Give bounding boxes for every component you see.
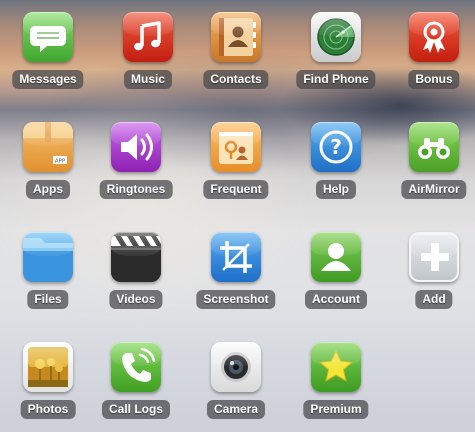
- app-label: Apps: [26, 180, 70, 199]
- app-label: Find Phone: [296, 70, 376, 89]
- app-label: AirMirror: [401, 180, 467, 199]
- app-label: Files: [27, 290, 69, 309]
- app-box-icon: APP: [23, 122, 73, 172]
- photo-icon: [23, 342, 73, 392]
- app-label: Add: [415, 290, 453, 309]
- app-ringtones[interactable]: Ringtones: [88, 110, 184, 210]
- music-icon: [123, 12, 173, 62]
- account-icon: [311, 232, 361, 282]
- app-frequent[interactable]: Frequent: [188, 110, 284, 210]
- app-add[interactable]: Add: [386, 220, 475, 320]
- contacts-icon: [211, 12, 261, 62]
- radar-icon: [311, 12, 361, 62]
- app-label: Help: [315, 180, 357, 199]
- messages-icon: [23, 12, 73, 62]
- frequent-folder-icon: [211, 122, 261, 172]
- app-label: Messages: [12, 70, 84, 89]
- app-label: Contacts: [203, 70, 269, 89]
- app-label: Call Logs: [101, 400, 171, 419]
- clapperboard-icon: [111, 232, 161, 282]
- app-label: Account: [305, 290, 367, 309]
- star-icon: [311, 342, 361, 392]
- phone-icon: [111, 342, 161, 392]
- app-music[interactable]: Music: [100, 0, 196, 100]
- app-contacts[interactable]: Contacts: [188, 0, 284, 100]
- app-grid: Messages Music Contacts Find Phone Bonus…: [0, 0, 475, 432]
- app-find-phone[interactable]: Find Phone: [288, 0, 384, 100]
- app-label: Videos: [109, 290, 163, 309]
- plus-icon: [409, 232, 459, 282]
- app-screenshot[interactable]: Screenshot: [188, 220, 284, 320]
- app-bonus[interactable]: Bonus: [386, 0, 475, 100]
- app-photos[interactable]: Photos: [0, 330, 96, 430]
- app-videos[interactable]: Videos: [88, 220, 184, 320]
- svg-text:APP: APP: [55, 159, 66, 165]
- app-messages[interactable]: Messages: [0, 0, 96, 100]
- folder-icon: [23, 232, 73, 282]
- app-call-logs[interactable]: Call Logs: [88, 330, 184, 430]
- camera-icon: [211, 342, 261, 392]
- app-help[interactable]: ? Help: [288, 110, 384, 210]
- app-files[interactable]: Files: [0, 220, 96, 320]
- gift-icon: [409, 12, 459, 62]
- app-airmirror[interactable]: AirMirror: [386, 110, 475, 210]
- app-label: Premium: [303, 400, 369, 419]
- app-label: Frequent: [203, 180, 269, 199]
- app-premium[interactable]: Premium: [288, 330, 384, 430]
- crop-icon: [211, 232, 261, 282]
- binoculars-icon: [409, 122, 459, 172]
- app-apps[interactable]: APP Apps: [0, 110, 96, 210]
- app-label: Photos: [20, 400, 76, 419]
- app-label: Bonus: [408, 70, 460, 89]
- app-label: Screenshot: [196, 290, 276, 309]
- help-icon: ?: [311, 122, 361, 172]
- app-label: Music: [123, 70, 173, 89]
- app-camera[interactable]: Camera: [188, 330, 284, 430]
- app-label: Ringtones: [99, 180, 173, 199]
- app-account[interactable]: Account: [288, 220, 384, 320]
- speaker-icon: [111, 122, 161, 172]
- svg-text:?: ?: [330, 135, 342, 159]
- app-label: Camera: [206, 400, 266, 419]
